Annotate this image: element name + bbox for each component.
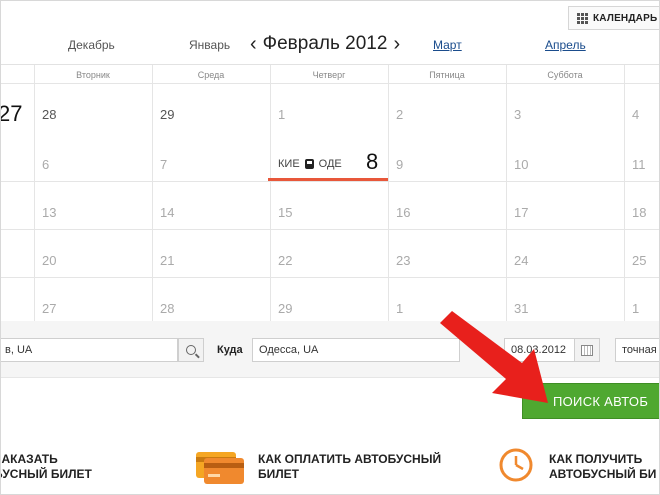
calendar-day[interactable]: 29 [278,301,292,316]
grid-column-divider [270,65,271,322]
calendar-day[interactable]: 1 [396,301,403,316]
month-april[interactable]: Апрель [545,38,586,52]
from-search-button[interactable] [178,338,204,362]
calendar-day[interactable]: 2 [396,107,403,122]
calendar-day[interactable]: 10 [514,157,528,172]
calendar-day[interactable]: 27 [0,101,22,127]
weekday-header: к [0,70,34,80]
calendar-day[interactable]: 21 [160,253,174,268]
calendar-day[interactable]: 17 [514,205,528,220]
calendar-day[interactable]: 16 [396,205,410,220]
weekday-header: Среда [197,70,225,80]
info-order-line2: БУСНЫЙ БИЛЕТ [0,467,92,481]
calendar-day[interactable]: 6 [42,157,49,172]
weekday-header: В [624,70,660,80]
info-order[interactable]: ЗАКАЗАТЬ БУСНЫЙ БИЛЕТ [0,452,92,482]
grid-column-divider [624,65,625,322]
calendar-day[interactable]: 29 [160,107,174,122]
calendar-day[interactable]: 28 [160,301,174,316]
trip-route[interactable]: КИЕ ОДЕ [278,158,342,170]
grid-column-divider [506,65,507,322]
grid-icon [577,13,588,24]
calendar-icon [581,344,593,356]
info-order-line1: ЗАКАЗАТЬ [0,452,58,466]
weekday-header: Четверг [312,70,346,80]
calendar-day[interactable]: 25 [632,253,646,268]
calendar-day[interactable]: 23 [396,253,410,268]
info-receive-line1: КАК ПОЛУЧИТЬ [549,452,643,466]
chevron-right-icon[interactable]: › [393,34,400,54]
calendar-day[interactable]: 3 [514,107,521,122]
calendar-day[interactable]: 22 [278,253,292,268]
from-input[interactable]: в, UA [0,338,178,362]
calendar-day[interactable]: 1 [632,301,639,316]
calendar-day[interactable]: 13 [42,205,56,220]
red-arrow-icon [440,311,548,403]
calendar-view-button[interactable]: КАЛЕНДАРЬ [568,6,660,30]
info-pay-line2: БИЛЕТ [258,467,300,481]
calendar-day[interactable]: 7 [160,157,167,172]
current-month: ‹ Февраль 2012 › [250,33,400,55]
grid-column-divider [152,65,153,322]
clock-icon [499,448,533,482]
calendar-day[interactable]: 20 [42,253,56,268]
calendar-day[interactable]: 11 [632,157,646,172]
info-pay-line1: КАК ОПЛАТИТЬ АВТОБУСНЫЙ [258,452,442,466]
grid-row-divider [0,229,660,230]
calendar-day[interactable]: 27 [42,301,56,316]
info-receive[interactable]: КАК ПОЛУЧИТЬ АВТОБУСНЫЙ БИ [549,452,656,482]
trip-day-underline [268,178,388,181]
grid-row-divider [0,83,660,84]
chevron-left-icon[interactable]: ‹ [250,34,257,54]
calendar-day[interactable]: 14 [160,205,174,220]
month-march[interactable]: Март [433,38,462,52]
info-pay[interactable]: КАК ОПЛАТИТЬ АВТОБУСНЫЙ БИЛЕТ [258,452,441,482]
calendar-day[interactable]: 4 [632,107,639,122]
grid-row-divider [0,277,660,278]
search-icon [186,345,196,355]
bus-icon [304,159,314,169]
weekday-header: Вторник [76,70,110,80]
calendar-day[interactable]: 9 [396,157,403,172]
calendar-button-label: КАЛЕНДАРЬ [593,12,658,24]
calendar-day[interactable]: 24 [514,253,528,268]
precision-select[interactable]: точная [615,338,660,362]
trip-from: КИЕ [278,158,300,170]
weekday-header: Суббота [547,70,583,80]
credit-card-icon [196,452,244,484]
to-input[interactable]: Одесса, UA [252,338,460,362]
info-receive-line2: АВТОБУСНЫЙ БИ [549,467,657,481]
trip-to: ОДЕ [318,158,342,170]
to-label: Куда [217,344,243,356]
date-picker-button[interactable] [574,338,600,362]
grid-column-divider [34,65,35,322]
calendar-day[interactable]: 28 [42,107,56,122]
current-month-label: Февраль 2012 [262,33,388,54]
calendar-day[interactable]: 1 [278,107,285,122]
month-december[interactable]: Декабрь [68,38,115,52]
month-january[interactable]: Январь [189,38,230,52]
grid-row-divider [0,181,660,182]
calendar-day[interactable]: 18 [632,205,646,220]
trip-day[interactable]: 8 [366,149,378,175]
calendar-grid: кВторникСредаЧетвергПятницаСубботаВ27282… [0,64,660,323]
weekday-header: Пятница [429,70,465,80]
grid-column-divider [388,65,389,322]
calendar-day[interactable]: 15 [278,205,292,220]
